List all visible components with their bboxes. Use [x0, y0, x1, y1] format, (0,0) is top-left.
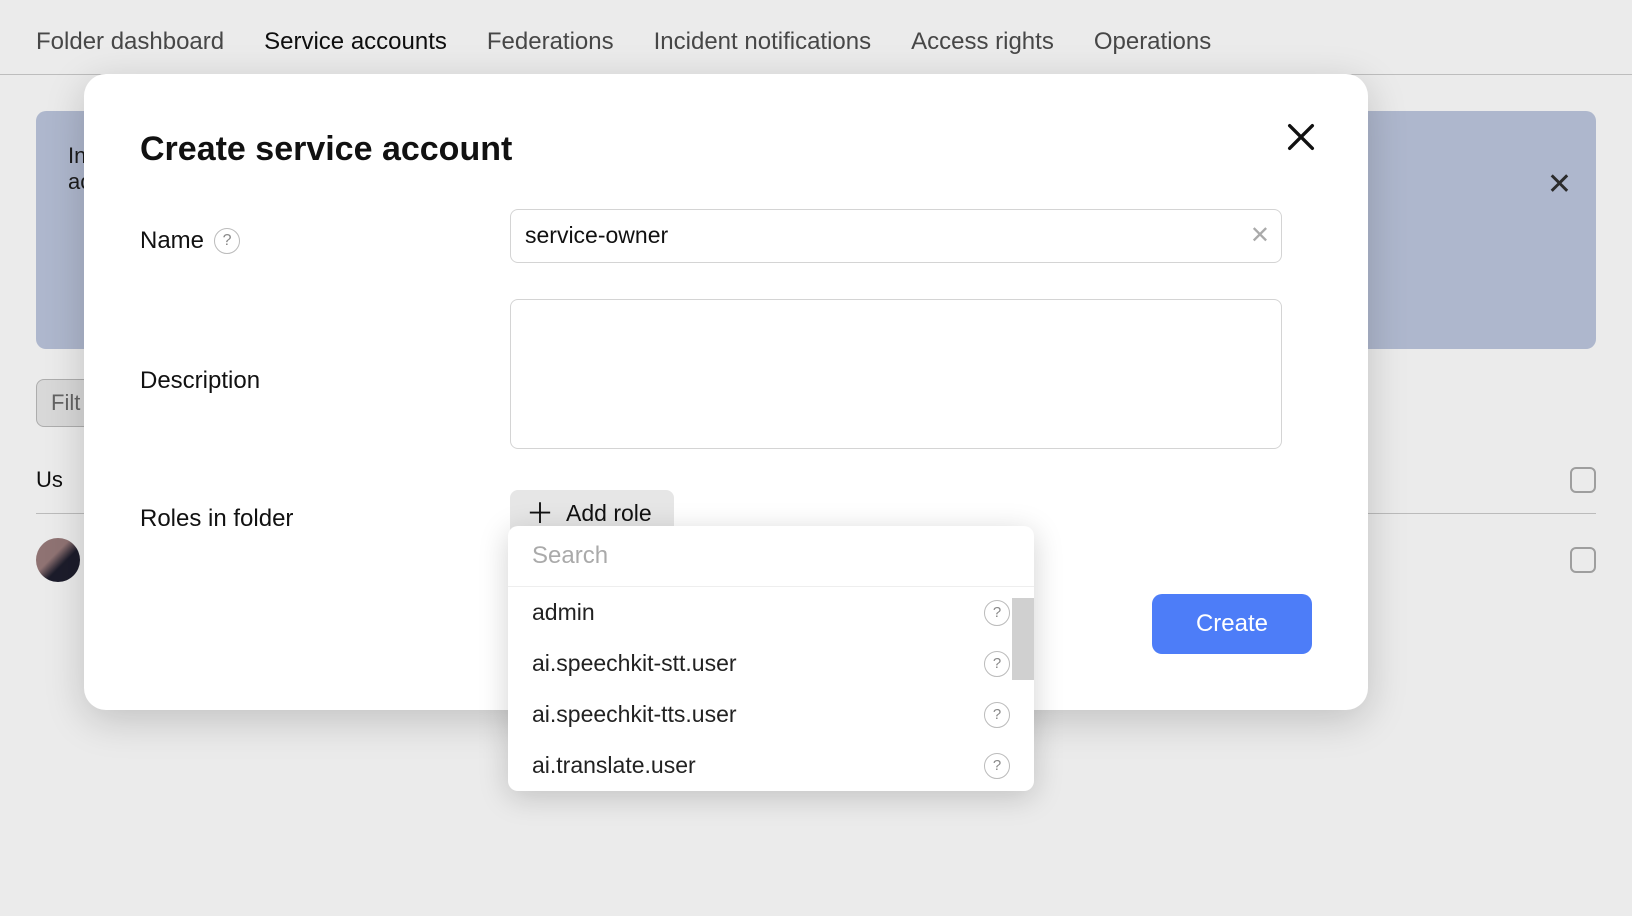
role-search-input[interactable] [532, 542, 1010, 570]
add-role-label: Add role [566, 500, 652, 527]
roles-label: Roles in folder [140, 490, 510, 538]
role-option-label: ai.speechkit-tts.user [532, 701, 737, 728]
modal-title: Create service account [140, 130, 1312, 169]
help-icon[interactable]: ? [984, 702, 1010, 728]
clear-icon[interactable]: ✕ [1250, 224, 1270, 248]
role-option[interactable]: ai.speechkit-tts.user ? [508, 689, 1034, 740]
role-option-label: ai.speechkit-stt.user [532, 650, 737, 677]
role-option-label: admin [532, 599, 595, 626]
name-input[interactable] [510, 209, 1282, 263]
role-option-label: ai.translate.user [532, 752, 696, 779]
name-label: Name ? [140, 209, 510, 263]
role-option[interactable]: ai.speechkit-stt.user ? [508, 638, 1034, 689]
plus-icon: ＋ [526, 500, 554, 528]
help-icon[interactable]: ? [984, 753, 1010, 779]
create-button[interactable]: Create [1152, 594, 1312, 654]
help-icon[interactable]: ? [984, 600, 1010, 626]
role-option[interactable]: admin ? [508, 587, 1034, 638]
scrollbar[interactable] [1012, 598, 1034, 680]
description-label: Description [140, 299, 510, 454]
help-icon[interactable]: ? [984, 651, 1010, 677]
role-dropdown: admin ? ai.speechkit-stt.user ? ai.speec… [508, 526, 1034, 791]
close-icon[interactable] [1284, 120, 1318, 154]
description-input[interactable] [510, 299, 1282, 449]
role-list[interactable]: admin ? ai.speechkit-stt.user ? ai.speec… [508, 587, 1034, 791]
role-option[interactable]: ai.translate.user ? [508, 740, 1034, 791]
help-icon[interactable]: ? [214, 228, 240, 254]
